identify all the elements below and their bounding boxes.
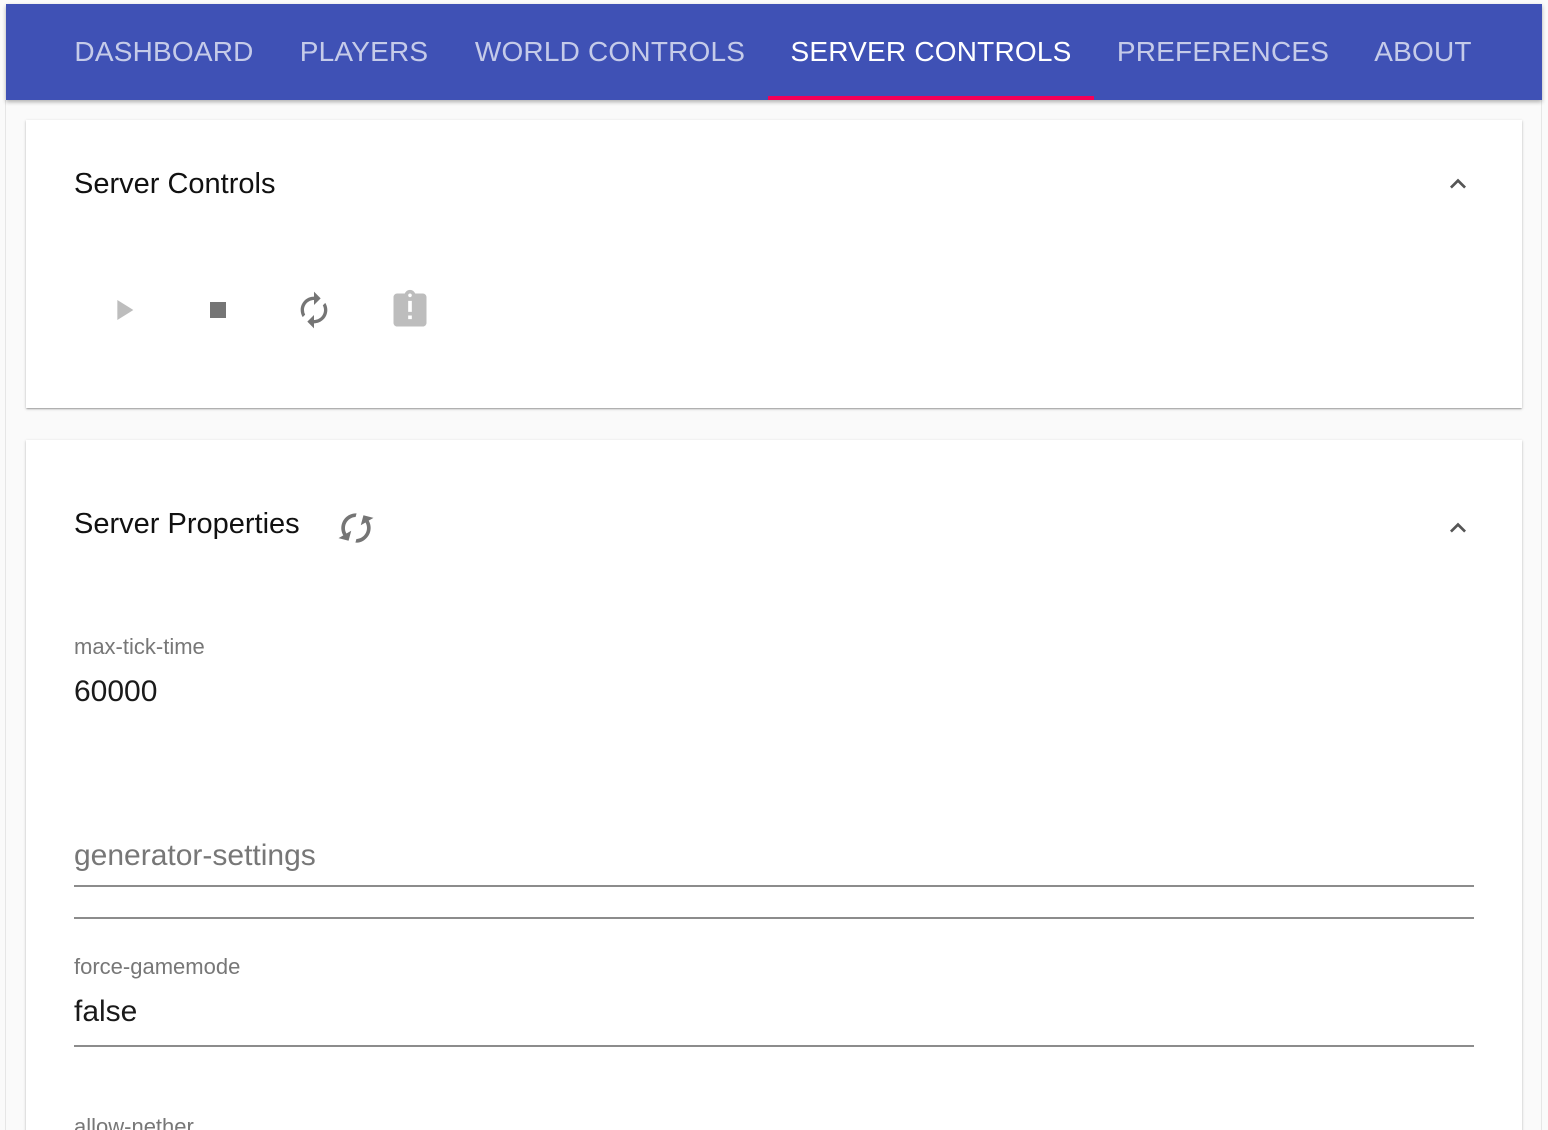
app-page: DASHBOARD PLAYERS WORLD CONTROLS SERVER … bbox=[0, 0, 1548, 1130]
allow-nether-field: allow-nether bbox=[74, 1112, 1474, 1130]
generator-settings-input[interactable] bbox=[74, 836, 1474, 876]
force-gamemode-underline bbox=[74, 1045, 1474, 1047]
max-tick-time-label: max-tick-time bbox=[74, 634, 205, 659]
tab-preferences[interactable]: PREFERENCES bbox=[1094, 4, 1352, 100]
chevron-up-icon[interactable] bbox=[1442, 512, 1474, 544]
allow-nether-label: allow-nether bbox=[74, 1114, 194, 1130]
tab-players[interactable]: PLAYERS bbox=[276, 4, 452, 100]
start-server-button[interactable] bbox=[100, 288, 148, 336]
force-gamemode-label: force-gamemode bbox=[74, 954, 241, 979]
stop-server-button[interactable] bbox=[194, 288, 242, 336]
max-tick-time-underline bbox=[74, 917, 1474, 919]
server-controls-panel: Server Controls bbox=[26, 120, 1522, 408]
generator-settings-field bbox=[74, 836, 1474, 896]
server-properties-title: Server Properties bbox=[74, 508, 300, 540]
page-right-border bbox=[1541, 100, 1542, 1130]
chevron-up-icon[interactable] bbox=[1442, 168, 1474, 200]
nav-tab-bar: DASHBOARD PLAYERS WORLD CONTROLS SERVER … bbox=[6, 4, 1542, 100]
page-left-border bbox=[5, 100, 6, 1130]
max-tick-time-input[interactable] bbox=[74, 672, 1474, 712]
play-icon bbox=[108, 294, 140, 331]
tab-server-controls[interactable]: SERVER CONTROLS bbox=[768, 4, 1094, 100]
restart-server-button[interactable] bbox=[290, 288, 338, 336]
tab-about[interactable]: ABOUT bbox=[1352, 4, 1494, 100]
server-controls-title: Server Controls bbox=[74, 168, 276, 200]
generator-settings-underline bbox=[74, 885, 1474, 887]
active-tab-indicator bbox=[768, 96, 1094, 100]
sync-icon[interactable] bbox=[334, 506, 378, 550]
server-properties-panel: Server Properties max-tick-time force-ga… bbox=[26, 440, 1522, 1130]
clipboard-alert-icon bbox=[388, 288, 432, 337]
force-gamemode-input[interactable] bbox=[74, 992, 1474, 1032]
force-gamemode-field: force-gamemode bbox=[74, 952, 1474, 1052]
tab-world-controls[interactable]: WORLD CONTROLS bbox=[452, 4, 768, 100]
restart-icon bbox=[294, 290, 334, 335]
stop-icon bbox=[202, 294, 234, 331]
server-log-button[interactable] bbox=[386, 288, 434, 336]
tab-dashboard[interactable]: DASHBOARD bbox=[52, 4, 276, 100]
max-tick-time-field: max-tick-time bbox=[74, 632, 1474, 919]
